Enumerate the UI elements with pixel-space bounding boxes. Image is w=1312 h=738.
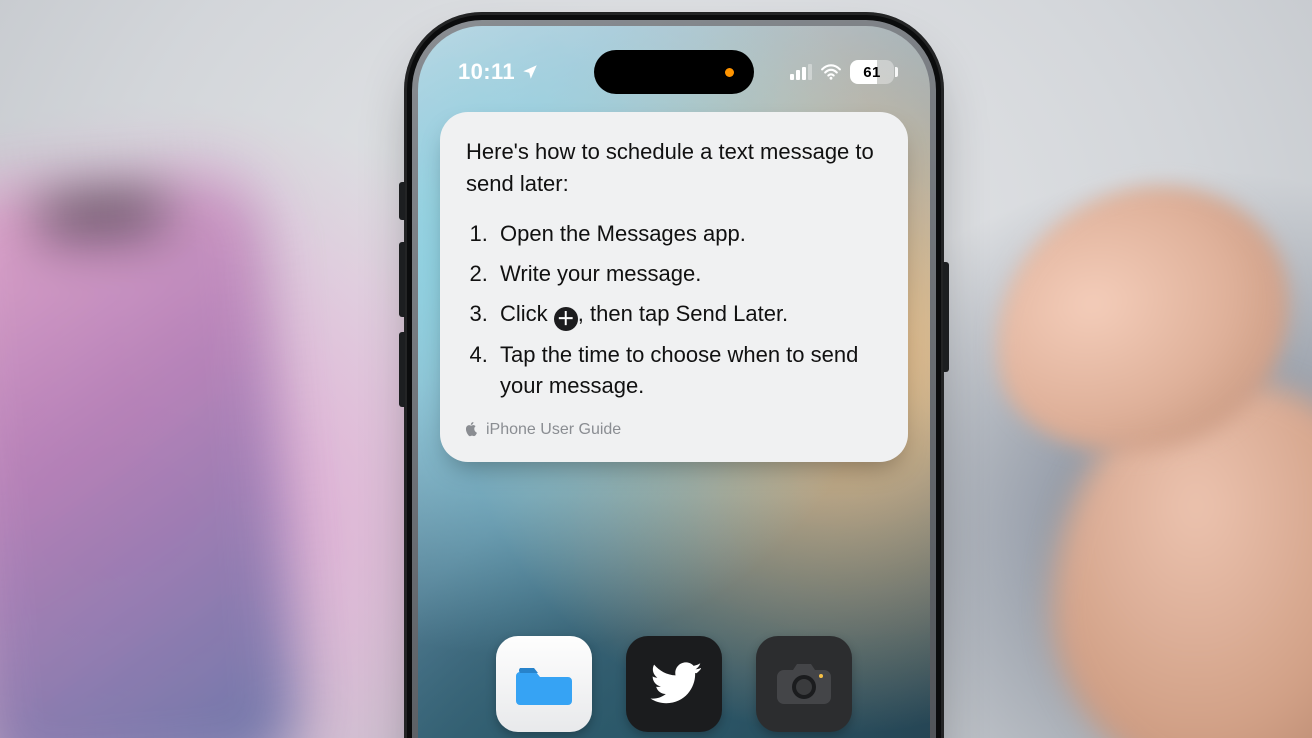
instruction-step-3: Click ＋, then tap Send Later. [494, 294, 882, 335]
background-hand [932, 150, 1312, 738]
status-time: 10:11 [458, 59, 515, 85]
iphone-device-frame: 10:11 [404, 12, 944, 738]
apple-logo-icon [466, 422, 480, 438]
side-button [943, 262, 949, 372]
app-icon-files[interactable] [496, 636, 592, 732]
background-secondary-phone [0, 170, 301, 738]
card-source-label: iPhone User Guide [486, 418, 621, 441]
app-icon-camera[interactable] [756, 636, 852, 732]
instruction-list: Open the Messages app. Write your messag… [466, 214, 882, 407]
card-lead-text: Here's how to schedule a text message to… [466, 136, 882, 200]
step3-suffix: , then tap Send Later. [578, 301, 788, 326]
photo-scene: 10:11 [0, 0, 1312, 738]
instruction-step-1: Open the Messages app. [494, 214, 882, 254]
cellular-signal-icon [790, 64, 812, 80]
privacy-indicator-dot [725, 68, 734, 77]
wifi-icon [820, 64, 842, 80]
app-icon-twitter[interactable] [626, 636, 722, 732]
siri-suggestion-card[interactable]: Here's how to schedule a text message to… [440, 112, 908, 462]
battery-indicator: 61 [850, 60, 894, 84]
instruction-step-4: Tap the time to choose when to send your… [494, 335, 882, 407]
battery-percent-label: 61 [863, 64, 881, 81]
plus-icon: ＋ [554, 307, 578, 331]
instruction-step-2: Write your message. [494, 254, 882, 294]
dynamic-island[interactable] [594, 50, 754, 94]
iphone-screen[interactable]: 10:11 [418, 26, 930, 738]
volume-up-button [399, 242, 405, 317]
mute-switch [399, 182, 405, 220]
step3-prefix: Click [500, 301, 554, 326]
card-source-row: iPhone User Guide [466, 418, 882, 441]
volume-down-button [399, 332, 405, 407]
location-services-icon [521, 63, 539, 81]
home-screen-app-row [418, 636, 930, 732]
